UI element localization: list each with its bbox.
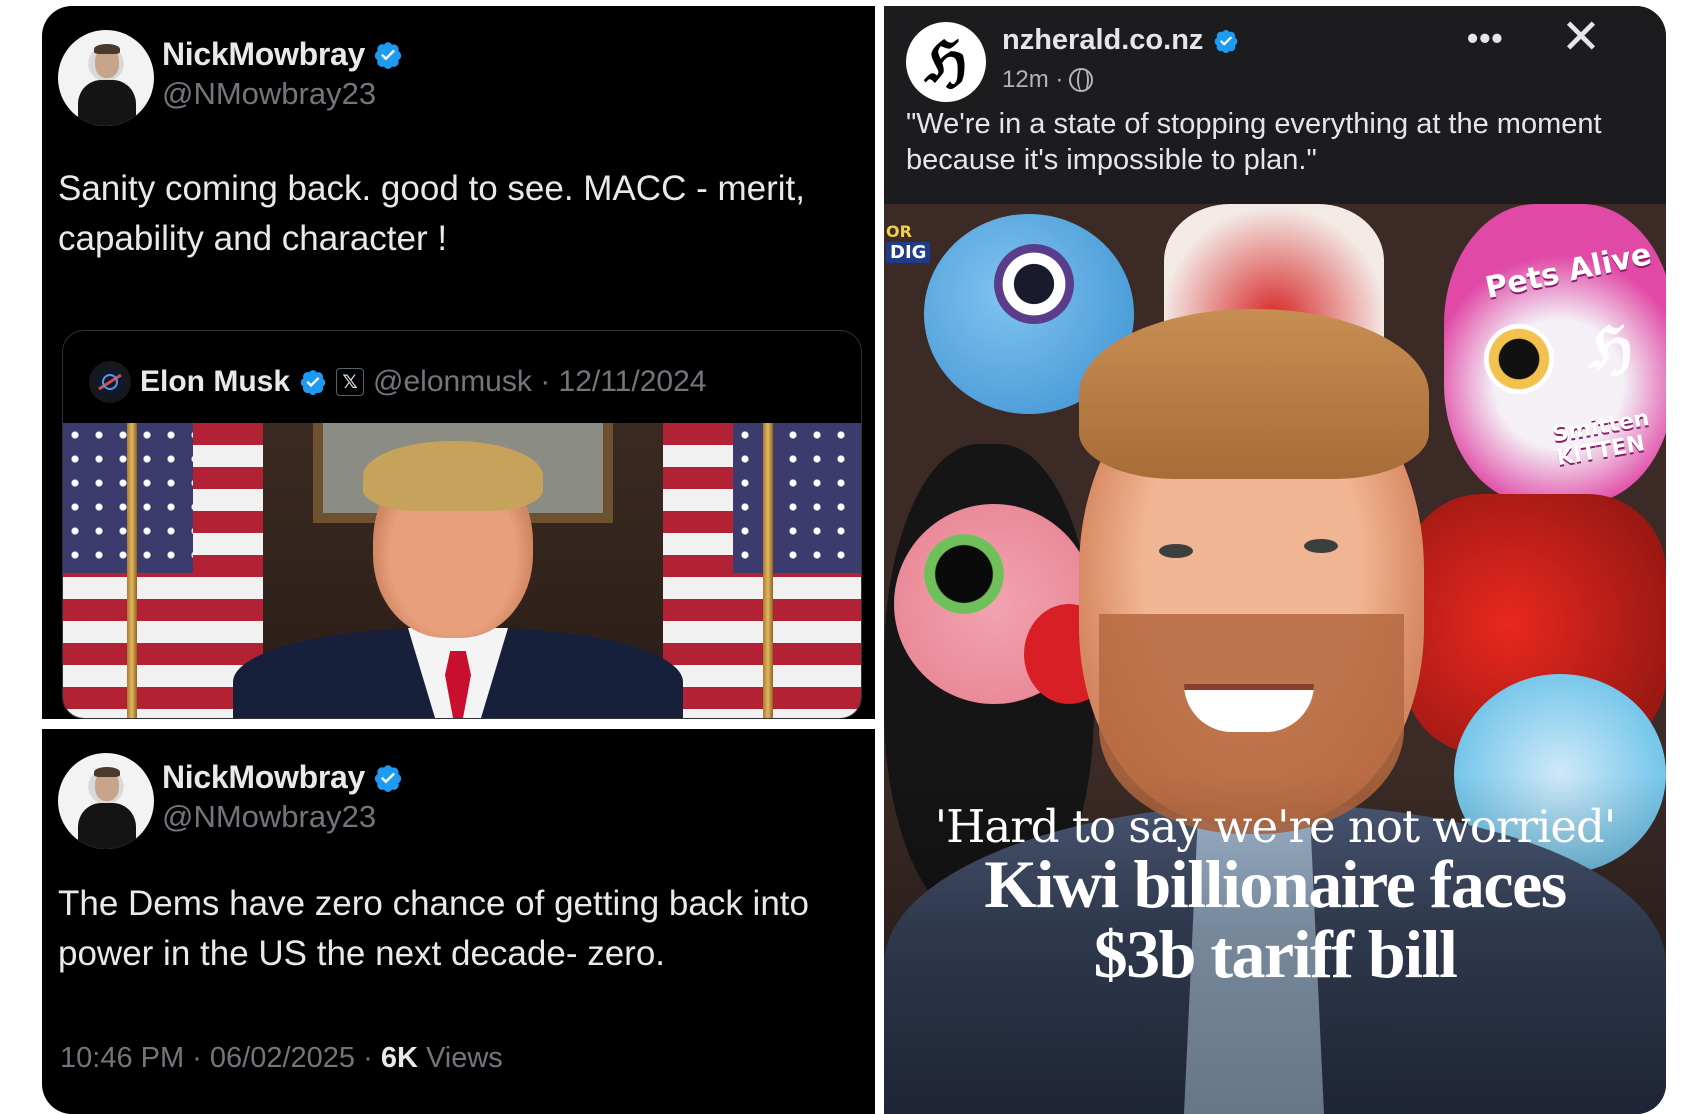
handle[interactable]: @NMowbray23 (162, 76, 376, 112)
globe-icon (1069, 68, 1094, 92)
tweet-text: Sanity coming back. good to see. MACC - … (58, 164, 805, 264)
tweet-timestamp-views: 10:46 PM · 06/02/2025 · 6K Views (60, 1042, 503, 1075)
column-divider (875, 6, 884, 1114)
tweet-text-line: power in the US the next decade- zero. (58, 934, 666, 973)
quoted-tweet-header: Elon Musk 𝕏 @elonmusk · 12/11/2024 (89, 361, 706, 403)
verified-badge-icon (374, 41, 402, 69)
post-time[interactable]: 12m · (1002, 66, 1063, 94)
flag-pole (763, 423, 773, 718)
facebook-post-panel: ℌ nzherald.co.nz 12m · ••• ✕ "We're in a… (884, 6, 1666, 1114)
tweet-text-line: The Dems have zero chance of getting bac… (58, 884, 809, 923)
post-caption: "We're in a state of stopping everything… (906, 108, 1602, 176)
handle[interactable]: @NMowbray23 (162, 799, 376, 835)
tweet-top-panel: NickMowbray @NMowbray23 Sanity coming ba… (42, 6, 875, 719)
views-count: 6K (380, 1042, 418, 1074)
views-label: Views (417, 1042, 503, 1074)
verified-badge-icon (374, 764, 402, 792)
tweet-text: The Dems have zero chance of getting bac… (58, 879, 809, 979)
avatar[interactable] (58, 753, 154, 849)
post-meta: 12m · (1002, 66, 1094, 94)
person-eye (1159, 544, 1193, 558)
person-eye (1304, 539, 1338, 553)
toy-eye (994, 244, 1074, 324)
quoted-tweet-card[interactable]: Elon Musk 𝕏 @elonmusk · 12/11/2024 (62, 330, 862, 719)
tweet-text-line: Sanity coming back. good to see. MACC - … (58, 169, 805, 208)
verified-badge-icon (300, 370, 326, 395)
flag-left (63, 423, 263, 718)
author-name-row: NickMowbray (162, 759, 403, 796)
tweet-text-line: capability and character ! (58, 219, 448, 258)
headline-line: Kiwi billionaire faces (984, 846, 1567, 922)
quoted-avatar[interactable] (89, 361, 131, 403)
toy-box-label: DIG (886, 242, 931, 263)
person-hair (1079, 309, 1429, 479)
post-image[interactable]: Pets Alive Smitten KITTEN DIG OR ℌ 'Hard… (884, 204, 1666, 1114)
toy-eye (924, 534, 1004, 614)
flag-pole (127, 423, 137, 718)
quoted-display-name[interactable]: Elon Musk (140, 365, 290, 399)
quoted-meta: @elonmusk · 12/11/2024 (373, 365, 707, 398)
screenshot-collage: NickMowbray @NMowbray23 Sanity coming ba… (42, 6, 1666, 1114)
headline: Kiwi billionaire faces $3b tariff bill (884, 849, 1666, 989)
page-name[interactable]: nzherald.co.nz (1002, 24, 1203, 57)
more-options-icon[interactable]: ••• (1467, 20, 1504, 57)
toy-box-label: OR (886, 222, 912, 241)
elon-avatar-icon (97, 369, 123, 395)
display-name[interactable]: NickMowbray (162, 759, 365, 796)
tweet-timestamp[interactable]: 10:46 PM · 06/02/2025 · (60, 1042, 381, 1074)
author-name-row: NickMowbray (162, 36, 403, 73)
verified-badge-icon (1215, 29, 1238, 53)
quoted-video-thumbnail[interactable] (63, 423, 861, 718)
close-icon[interactable]: ✕ (1556, 12, 1606, 62)
avatar[interactable] (58, 30, 154, 126)
toy-eye (1484, 324, 1554, 394)
display-name[interactable]: NickMowbray (162, 36, 365, 73)
headline-line: $3b tariff bill (1093, 916, 1458, 992)
post-header: ℌ nzherald.co.nz 12m · ••• ✕ "We're in a… (884, 6, 1666, 206)
x-affiliate-badge-icon: 𝕏 (336, 368, 365, 396)
tweet-bottom-panel: NickMowbray @NMowbray23 The Dems have ze… (42, 729, 875, 1114)
nz-herald-watermark: ℌ (1589, 314, 1633, 382)
speaker-hair (363, 441, 543, 511)
page-name-row: nzherald.co.nz (1002, 24, 1239, 57)
nz-herald-logo-avatar[interactable]: ℌ (906, 22, 986, 102)
